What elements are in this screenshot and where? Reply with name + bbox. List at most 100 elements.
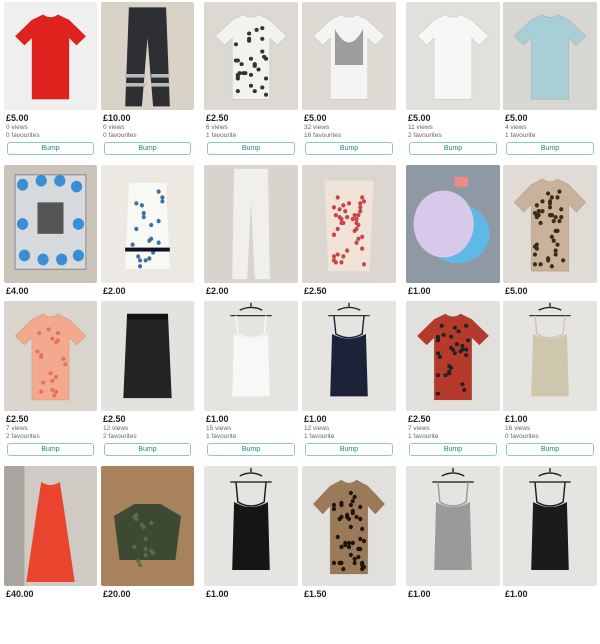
listing-views: 7 views [408, 425, 430, 432]
bump-button[interactable]: Bump [104, 142, 191, 155]
listing-card[interactable]: £1.00 [406, 466, 500, 644]
listing-card[interactable]: £1.50 [302, 466, 396, 644]
bump-button[interactable]: Bump [7, 142, 94, 155]
listing-price: £2.50 [206, 113, 229, 123]
listing-views: 0 views [103, 124, 125, 131]
bump-button[interactable]: Bump [506, 443, 594, 456]
listing-price: £10.00 [103, 113, 131, 123]
listing-views: 6 views [206, 124, 228, 131]
listing-price: £4.00 [6, 286, 29, 296]
listing-price: £5.00 [6, 113, 29, 123]
listing-favourites: 1 favourite [206, 132, 237, 139]
bump-button[interactable]: Bump [207, 142, 295, 155]
listing-photo[interactable] [204, 165, 298, 283]
listing-price: £1.50 [304, 589, 327, 599]
listing-price: £1.00 [408, 286, 431, 296]
listing-photo[interactable] [503, 466, 597, 586]
listing-price: £2.50 [103, 414, 126, 424]
listing-photo[interactable] [302, 2, 396, 110]
listing-price: £2.00 [103, 286, 126, 296]
listing-card[interactable]: £1.00 [204, 466, 298, 644]
listing-favourites: 1 favourite [505, 132, 536, 139]
listing-photo[interactable] [4, 466, 97, 586]
listing-favourites: 2 favourites [6, 433, 40, 440]
listing-photo[interactable] [4, 165, 97, 283]
bump-button[interactable]: Bump [506, 142, 594, 155]
listing-views: 32 views [304, 124, 330, 131]
listing-views: 4 views [505, 124, 527, 131]
listing-photo[interactable] [406, 301, 500, 411]
listing-favourites: 1 favourite [408, 433, 439, 440]
listing-photo[interactable] [101, 301, 194, 411]
listing-card[interactable]: £1.00 15 views 1 favourite Bump [204, 301, 298, 469]
listing-card[interactable]: £5.00 32 views 16 favourites Bump [302, 2, 396, 168]
listing-price: £1.00 [206, 414, 229, 424]
listing-price: £2.50 [6, 414, 29, 424]
bump-button[interactable]: Bump [409, 142, 497, 155]
listing-favourites: 0 favourites [6, 132, 40, 139]
listing-photo[interactable] [101, 2, 194, 110]
listing-views: 11 views [408, 124, 433, 131]
listing-card[interactable]: £1.00 16 views 0 favourites Bump [503, 301, 597, 469]
listing-price: £20.00 [103, 589, 131, 599]
listing-card[interactable]: £5.00 0 views 0 favourites Bump [4, 2, 97, 168]
listing-price: £5.00 [408, 113, 431, 123]
listing-price: £1.00 [304, 414, 327, 424]
listing-card[interactable]: £10.00 0 views 0 favourites Bump [101, 2, 194, 168]
listing-views: 12 views [304, 425, 330, 432]
bump-button[interactable]: Bump [305, 443, 393, 456]
listing-card[interactable]: £2.50 12 views 2 favourites Bump [101, 301, 194, 469]
listing-card[interactable]: £1.00 [503, 466, 597, 644]
listing-favourites: 0 favourites [103, 132, 137, 139]
listing-card[interactable]: £2.50 7 views 1 favourite Bump [406, 301, 500, 469]
listing-photo[interactable] [4, 301, 97, 411]
listing-price: £1.00 [206, 589, 229, 599]
listing-card[interactable]: £5.00 4 views 1 favourite Bump [503, 2, 597, 168]
listing-favourites: 1 favourite [304, 433, 335, 440]
listing-price: £5.00 [505, 286, 528, 296]
listing-views: 12 views [103, 425, 129, 432]
listing-card[interactable]: £1.00 12 views 1 favourite Bump [302, 301, 396, 469]
listing-card[interactable]: £2.50 7 views 2 favourites Bump [4, 301, 97, 469]
listing-favourites: 16 favourites [304, 132, 342, 139]
listing-photo[interactable] [503, 2, 597, 110]
listing-views: 0 views [6, 124, 28, 131]
listing-photo[interactable] [302, 165, 396, 283]
listing-views: 7 views [6, 425, 28, 432]
bump-button[interactable]: Bump [305, 142, 393, 155]
listing-photo[interactable] [302, 466, 396, 586]
listing-photo[interactable] [302, 301, 396, 411]
bump-button[interactable]: Bump [409, 443, 497, 456]
listing-price: £1.00 [505, 414, 528, 424]
listing-price: £40.00 [6, 589, 34, 599]
listing-card[interactable]: £40.00 [4, 466, 97, 644]
listing-card[interactable]: £20.00 [101, 466, 194, 644]
bump-button[interactable]: Bump [104, 443, 191, 456]
listing-views: 15 views [206, 425, 232, 432]
listing-photo[interactable] [204, 466, 298, 586]
listing-card[interactable]: £2.50 6 views 1 favourite Bump [204, 2, 298, 168]
listing-photo[interactable] [503, 301, 597, 411]
listing-photo[interactable] [4, 2, 97, 110]
listing-favourites: 0 favourites [505, 433, 539, 440]
listing-photo[interactable] [503, 165, 597, 283]
listing-price: £5.00 [505, 113, 528, 123]
listing-price: £2.50 [408, 414, 431, 424]
listing-photo[interactable] [101, 466, 194, 586]
listing-price: £1.00 [505, 589, 528, 599]
listing-photo[interactable] [406, 165, 500, 283]
listing-photo[interactable] [204, 301, 298, 411]
listing-photo[interactable] [406, 2, 500, 110]
listing-price: £2.00 [206, 286, 229, 296]
bump-button[interactable]: Bump [7, 443, 94, 456]
listing-views: 16 views [505, 425, 531, 432]
listing-photo[interactable] [101, 165, 194, 283]
listing-favourites: 1 favourite [206, 433, 237, 440]
listing-photo[interactable] [204, 2, 298, 110]
listing-price: £1.00 [408, 589, 431, 599]
listing-price: £5.00 [304, 113, 327, 123]
listing-card[interactable]: £5.00 11 views 2 favourites Bump [406, 2, 500, 168]
bump-button[interactable]: Bump [207, 443, 295, 456]
listing-photo[interactable] [406, 466, 500, 586]
listing-favourites: 2 favourites [408, 132, 442, 139]
